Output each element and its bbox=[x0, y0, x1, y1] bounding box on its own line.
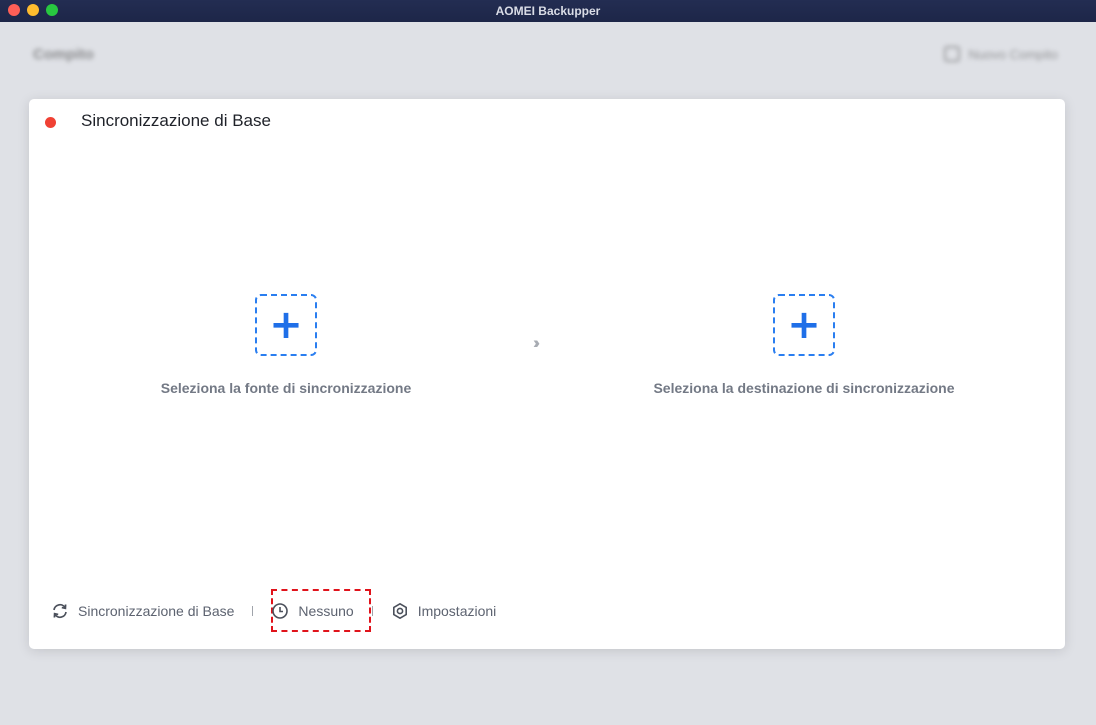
plus-icon: + bbox=[269, 302, 303, 348]
add-destination-button[interactable]: + bbox=[773, 294, 835, 356]
sync-mode-button[interactable]: Sincronizzazione di Base bbox=[51, 602, 234, 620]
toolbar-divider bbox=[371, 606, 373, 616]
sync-icon bbox=[53, 603, 67, 619]
background-page-title: Compito bbox=[33, 46, 94, 63]
window-titlebar: AOMEI Backupper bbox=[0, 0, 1096, 22]
direction-arrows-icon: ››› bbox=[533, 333, 540, 352]
new-task-icon bbox=[944, 46, 961, 62]
new-task-button: Nuovo Compito bbox=[944, 46, 1058, 62]
maximize-window-button[interactable] bbox=[46, 4, 58, 16]
clock-icon bbox=[272, 603, 289, 619]
card-title[interactable]: Sincronizzazione di Base bbox=[81, 111, 271, 131]
status-dot-icon bbox=[45, 117, 56, 128]
new-task-label: Nuovo Compito bbox=[968, 46, 1058, 62]
source-label[interactable]: Seleziona la fonte di sincronizzazione bbox=[86, 380, 486, 396]
sync-task-card: Sincronizzazione di Base + Seleziona la … bbox=[29, 99, 1065, 649]
window-title: AOMEI Backupper bbox=[495, 4, 601, 18]
close-window-button[interactable] bbox=[8, 4, 20, 16]
settings-button[interactable]: Impostazioni bbox=[391, 602, 497, 620]
sync-source-selector[interactable]: + Seleziona la fonte di sincronizzazione bbox=[86, 294, 486, 396]
minimize-window-button[interactable] bbox=[27, 4, 39, 16]
sync-destination-selector[interactable]: + Seleziona la destinazione di sincroniz… bbox=[604, 294, 1004, 396]
toolbar-divider bbox=[252, 606, 254, 616]
schedule-label: Nessuno bbox=[298, 603, 354, 619]
add-source-button[interactable]: + bbox=[255, 294, 317, 356]
background-header: Compito Nuovo Compito bbox=[0, 22, 1096, 88]
task-toolbar: Sincronizzazione di Base Nessuno Imposta… bbox=[51, 599, 496, 623]
schedule-button[interactable]: Nessuno bbox=[271, 602, 354, 620]
destination-label[interactable]: Seleziona la destinazione di sincronizza… bbox=[604, 380, 1004, 396]
settings-label: Impostazioni bbox=[417, 603, 497, 619]
sync-mode-label: Sincronizzazione di Base bbox=[78, 603, 235, 619]
window-controls bbox=[8, 4, 58, 16]
plus-icon: + bbox=[787, 302, 821, 348]
gear-icon bbox=[392, 602, 407, 620]
